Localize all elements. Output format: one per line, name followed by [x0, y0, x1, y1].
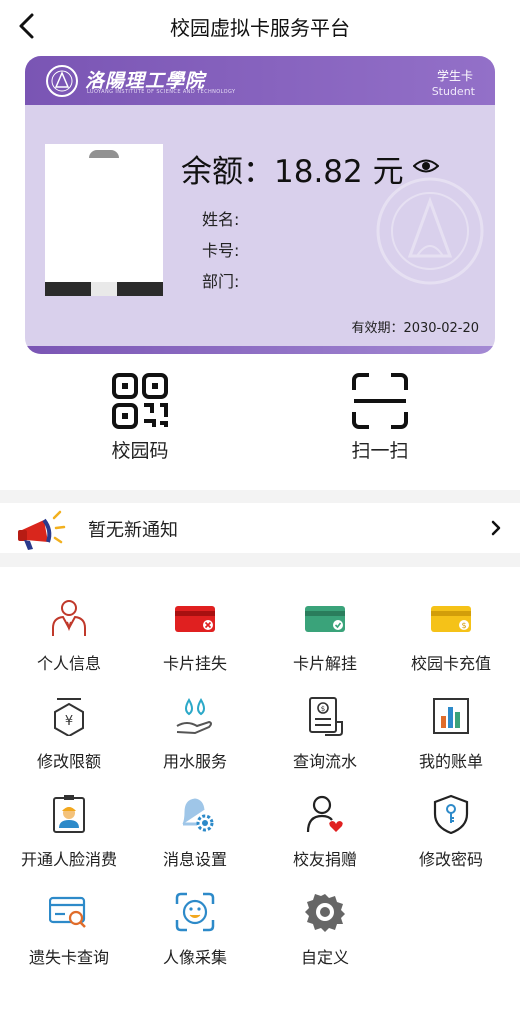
service-my-bills[interactable]: 我的账单	[386, 688, 516, 786]
campus-code-button[interactable]: 校园码	[60, 372, 220, 463]
card-lost-icon	[175, 606, 215, 632]
card-unlock-icon	[305, 606, 345, 632]
virtual-card: 洛陽理工學院 LUOYANG INSTITUTE OF SCIENCE AND …	[25, 56, 495, 354]
gear-icon	[305, 894, 345, 932]
service-change-password[interactable]: 修改密码	[386, 786, 516, 884]
balance: 余额：18.82 元	[181, 154, 404, 190]
notice-bar[interactable]: 暂无新通知	[0, 503, 520, 553]
service-card-recharge[interactable]: $ 校园卡充值	[386, 590, 516, 688]
service-message-settings[interactable]: 消息设置	[130, 786, 260, 884]
page-title: 校园虚拟卡服务平台	[170, 16, 350, 40]
department-label: 部门:	[202, 272, 240, 291]
megaphone-icon	[18, 510, 66, 550]
scan-button[interactable]: 扫一扫	[300, 372, 460, 463]
expiry-date: 有效期：2030-02-20	[351, 321, 479, 336]
service-face-payment[interactable]: 开通人脸消费	[4, 786, 134, 884]
school-seal-icon	[46, 65, 78, 97]
card-recharge-icon: $	[431, 606, 471, 632]
service-water[interactable]: 用水服务	[130, 688, 260, 786]
card-search-icon	[49, 896, 86, 928]
top-bar: 校园虚拟卡服务平台	[0, 0, 520, 52]
scan-icon	[352, 373, 408, 429]
card-header-band: 洛陽理工學院 LUOYANG INSTITUTE OF SCIENCE AND …	[25, 56, 495, 105]
service-alumni-donation[interactable]: 校友捐赠	[260, 786, 390, 884]
face-pay-icon	[53, 795, 85, 833]
eye-icon[interactable]	[413, 156, 439, 176]
school-seal-watermark	[376, 177, 484, 285]
service-customize[interactable]: 自定义	[260, 884, 390, 982]
service-personal-info[interactable]: 个人信息	[4, 590, 134, 688]
student-photo	[45, 144, 163, 296]
limit-icon: ¥	[54, 698, 84, 736]
name-label: 姓名:	[202, 210, 240, 229]
face-scan-icon	[175, 892, 215, 932]
card-number-label: 卡号:	[202, 241, 240, 260]
donation-icon	[306, 795, 343, 833]
service-card-lost[interactable]: 卡片挂失	[130, 590, 260, 688]
bell-settings-icon	[182, 798, 214, 832]
service-transaction-query[interactable]: $ 查询流水	[260, 688, 390, 786]
qr-code-icon	[112, 373, 168, 429]
shield-key-icon	[433, 794, 469, 834]
bill-chart-icon	[433, 698, 469, 734]
service-modify-limit[interactable]: ¥ 修改限额	[4, 688, 134, 786]
svg-text:¥: ¥	[65, 714, 73, 729]
svg-text:$: $	[461, 621, 466, 630]
statement-icon: $	[309, 697, 343, 736]
scan-label: 扫一扫	[351, 440, 409, 462]
water-icon	[176, 698, 212, 735]
svg-text:$: $	[321, 705, 325, 713]
card-type-en: Student	[431, 85, 475, 98]
school-name-en: LUOYANG INSTITUTE OF SCIENCE AND TECHNOL…	[87, 89, 236, 95]
person-icon	[52, 600, 86, 636]
chevron-right-icon	[491, 520, 501, 536]
service-card-unlock[interactable]: 卡片解挂	[260, 590, 390, 688]
service-lost-card-query[interactable]: 遗失卡查询	[4, 884, 134, 982]
service-portrait-capture[interactable]: 人像采集	[130, 884, 260, 982]
card-type: 学生卡	[436, 69, 473, 83]
campus-code-label: 校园码	[111, 440, 169, 462]
notice-text: 暂无新通知	[88, 520, 178, 541]
